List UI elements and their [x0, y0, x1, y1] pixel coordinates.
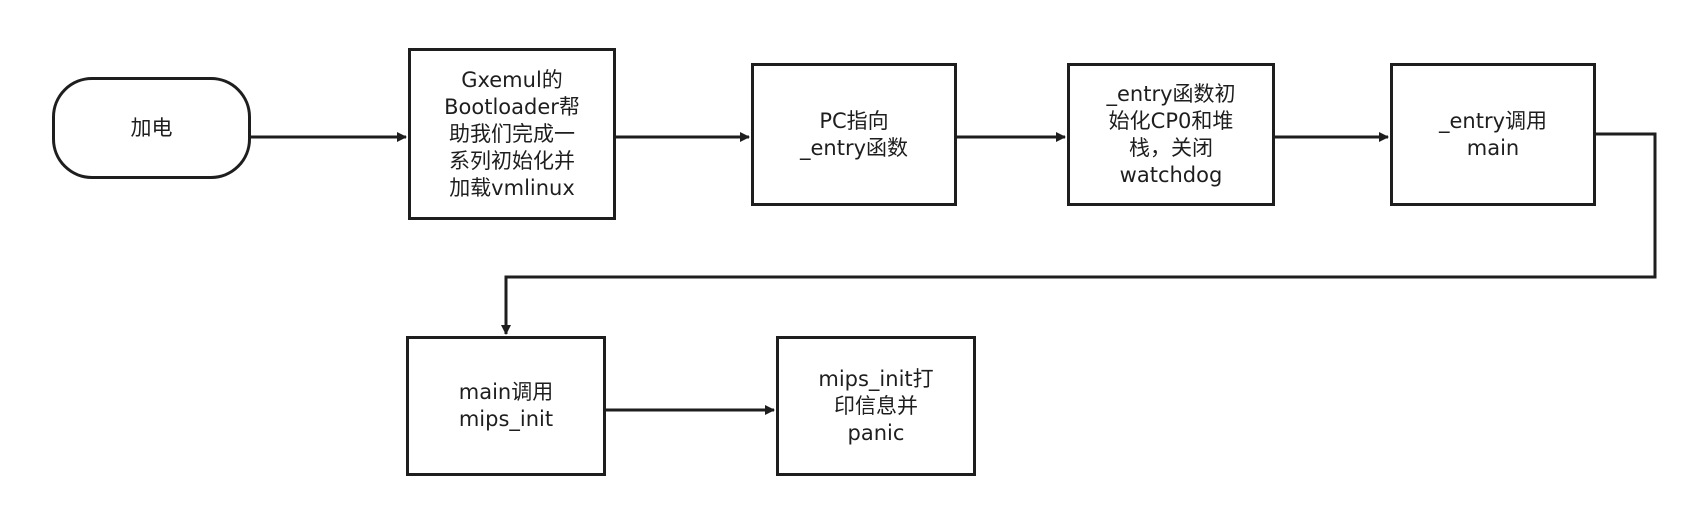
node-gxemul-bootloader-label: Gxemul的 Bootloader帮 助我们完成一 系列初始化并 加载vmli… — [444, 67, 580, 200]
node-main-calls-mips-init: main调用 mips_init — [406, 336, 606, 476]
node-gxemul-bootloader: Gxemul的 Bootloader帮 助我们完成一 系列初始化并 加载vmli… — [408, 48, 616, 220]
node-entry-init-label: _entry函数初 始化CP0和堆 栈，关闭 watchdog — [1106, 81, 1236, 187]
node-power-on-label: 加电 — [130, 115, 173, 140]
node-main-calls-mips-init-label: main调用 mips_init — [458, 380, 554, 431]
node-pc-to-entry-label: PC指向 _entry函数 — [799, 108, 909, 160]
node-entry-calls-main-label: _entry调用 main — [1438, 108, 1548, 160]
node-mips-init-panic: mips_init打 印信息并 panic — [776, 336, 976, 476]
node-mips-init-panic-label: mips_init打 印信息并 panic — [818, 366, 934, 445]
node-power-on: 加电 — [52, 77, 251, 179]
node-entry-init: _entry函数初 始化CP0和堆 栈，关闭 watchdog — [1067, 63, 1275, 206]
flowchart: 加电 Gxemul的 Bootloader帮 助我们完成一 系列初始化并 加载v… — [0, 0, 1699, 526]
node-entry-calls-main: _entry调用 main — [1390, 63, 1596, 206]
node-pc-to-entry: PC指向 _entry函数 — [751, 63, 957, 206]
